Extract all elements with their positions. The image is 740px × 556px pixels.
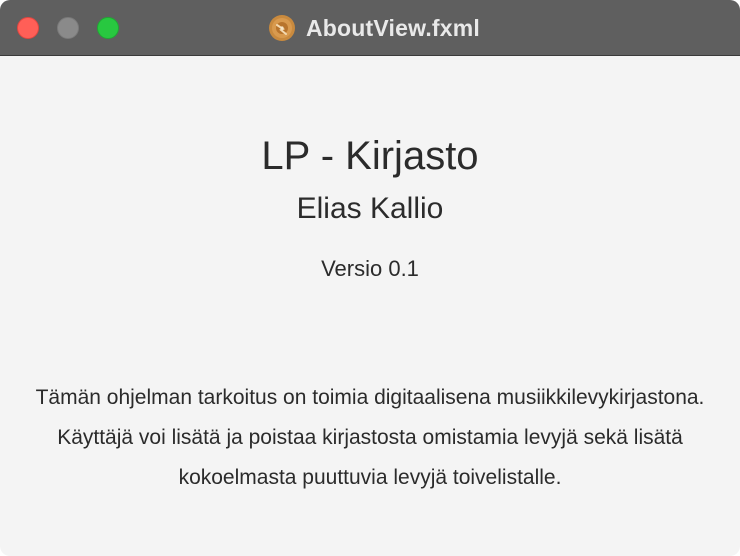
about-window: AboutView.fxml LP - Kirjasto Elias Kalli…	[0, 0, 740, 556]
author-name: Elias Kallio	[296, 192, 444, 225]
window-title-group: AboutView.fxml	[0, 0, 740, 56]
lp-record-icon	[268, 14, 296, 42]
about-content: LP - Kirjasto Elias Kallio Versio 0.1 Tä…	[0, 57, 740, 556]
app-name-heading: LP - Kirjasto	[261, 134, 479, 178]
title-bar[interactable]: AboutView.fxml	[0, 0, 740, 56]
window-title: AboutView.fxml	[305, 14, 481, 41]
description-text: Tämän ohjelman tarkoitus on toimia digit…	[35, 386, 705, 489]
version-label: Versio 0.1	[321, 256, 419, 281]
